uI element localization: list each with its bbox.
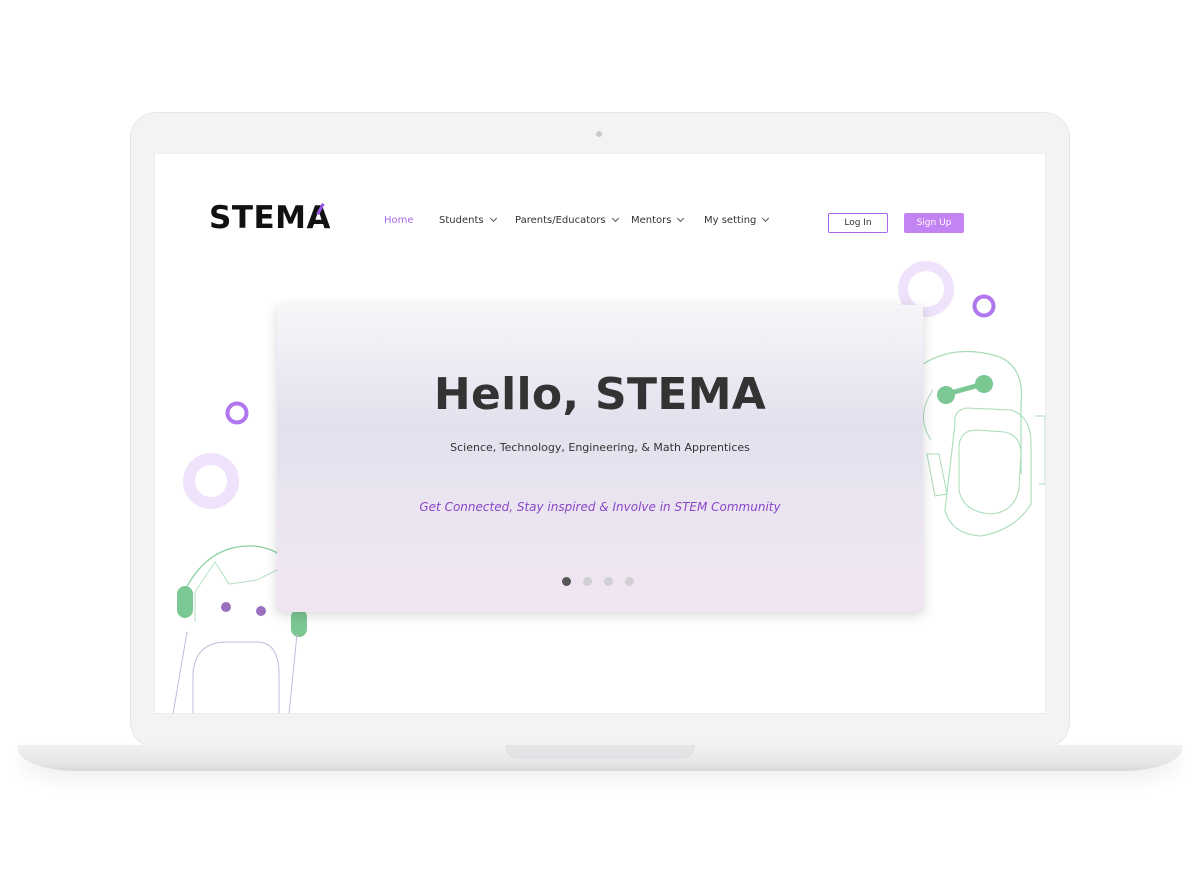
hero-subtitle: Science, Technology, Engineering, & Math… xyxy=(450,441,750,454)
camera-icon xyxy=(596,131,602,137)
ring-icon xyxy=(183,453,239,509)
nav-item-students[interactable]: Students xyxy=(439,213,497,229)
hero-title: Hello, STEMA xyxy=(433,369,767,420)
chevron-down-icon xyxy=(489,214,497,223)
nav-item-mentors[interactable]: Mentors xyxy=(631,213,685,229)
hero-carousel: Hello, STEMA Science, Technology, Engine… xyxy=(277,305,923,612)
nav-item-label: Parents/Educators xyxy=(515,215,606,226)
login-button[interactable]: Log In xyxy=(828,213,888,233)
page: STEMA Home Students Parents/Educators Me… xyxy=(0,0,1200,870)
nav-item-label: Home xyxy=(384,215,414,226)
chevron-down-icon xyxy=(611,214,619,223)
signup-button[interactable]: Sign Up xyxy=(904,213,964,233)
hero-tagline: Get Connected, Stay inspired & Involve i… xyxy=(419,500,781,514)
carousel-dot-4[interactable] xyxy=(625,577,634,586)
carousel-dot-3[interactable] xyxy=(604,577,613,586)
nav-item-label: My setting xyxy=(704,215,757,226)
nav-item-label: Students xyxy=(439,215,484,226)
robot-eye-icon xyxy=(975,375,993,393)
carousel-dot-2[interactable] xyxy=(583,577,592,586)
laptop-screen: STEMA Home Students Parents/Educators Me… xyxy=(155,154,1045,713)
nav-item-my-setting[interactable]: My setting xyxy=(704,213,770,229)
robot-ear-icon xyxy=(291,609,307,637)
robot-eye-icon xyxy=(256,606,266,616)
nav-item-label: Mentors xyxy=(631,215,672,226)
nav-item-parents-educators[interactable]: Parents/Educators xyxy=(515,213,619,229)
robot-ear-icon xyxy=(177,586,193,618)
robot-right-illustration xyxy=(922,350,1045,537)
carousel-indicators xyxy=(562,577,642,589)
nav-item-home[interactable]: Home xyxy=(384,213,414,229)
laptop-opening-notch xyxy=(505,745,695,758)
robot-eye-icon xyxy=(937,386,955,404)
ring-icon xyxy=(225,401,249,425)
carousel-dot-1[interactable] xyxy=(562,577,571,586)
ring-icon xyxy=(972,294,996,318)
chevron-down-icon xyxy=(762,214,770,223)
stema-logo[interactable]: STEMA xyxy=(209,198,331,238)
chevron-down-icon xyxy=(677,214,685,223)
robot-eye-icon xyxy=(221,602,231,612)
